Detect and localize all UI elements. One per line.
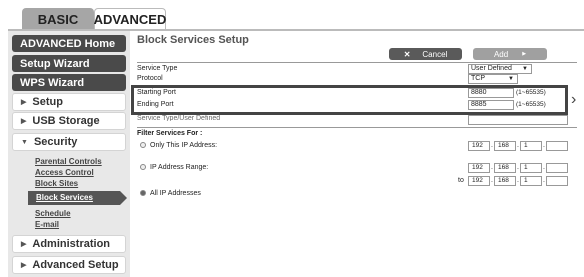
port-highlight-box (131, 85, 568, 115)
dot: . (543, 142, 545, 149)
expand-arrow-icon: ▶ (21, 241, 27, 248)
sublink-block-services[interactable]: Block Services (28, 191, 127, 205)
range-to-octet-1[interactable]: 192 (468, 176, 490, 186)
divider (137, 62, 577, 63)
dot: . (491, 142, 493, 149)
add-label: Add (493, 49, 509, 59)
range-to-octet-2[interactable]: 168 (494, 176, 516, 186)
protocol-select[interactable]: TCP ▼ (468, 74, 518, 84)
dot: . (543, 177, 545, 184)
service-type-label: Service Type (137, 65, 178, 72)
divider (137, 127, 577, 128)
page-title: Block Services Setup (137, 34, 249, 46)
range-from-octet-1[interactable]: 192 (468, 163, 490, 173)
only-ip-octet-4[interactable] (546, 141, 568, 151)
ip-range-label: IP Address Range: (150, 164, 209, 171)
only-ip-radio[interactable] (140, 142, 146, 148)
dot: . (517, 164, 519, 171)
tab-basic[interactable]: BASIC (22, 8, 94, 30)
cancel-label: Cancel (422, 49, 448, 59)
dot: . (517, 177, 519, 184)
protocol-value: TCP (471, 75, 485, 82)
service-type-defined-input[interactable] (468, 115, 568, 125)
sublink-email[interactable]: E-mail (35, 220, 59, 229)
expand-arrow-icon: ▶ (21, 118, 27, 125)
cancel-button[interactable]: ✕ Cancel (389, 48, 462, 60)
sidebar-item-label: Administration (32, 238, 111, 250)
range-from-octet-3[interactable]: 1 (520, 163, 542, 173)
sidebar-item-setup-wizard[interactable]: Setup Wizard (12, 55, 126, 72)
close-icon: ✕ (403, 49, 411, 59)
dot: . (491, 177, 493, 184)
only-ip-octet-2[interactable]: 168 (494, 141, 516, 151)
only-ip-octet-3[interactable]: 1 (520, 141, 542, 151)
chevron-down-icon: ▼ (522, 66, 528, 72)
tab-advanced[interactable]: ADVANCED (94, 8, 166, 30)
sidebar-item-usb-storage[interactable]: ▶ USB Storage (12, 112, 126, 130)
add-button[interactable]: Add ▶ (473, 48, 547, 60)
ip-range-radio[interactable] (140, 164, 146, 170)
sidebar-item-advanced-home[interactable]: ADVANCED Home (12, 35, 126, 52)
sidebar-item-label: Advanced Setup (32, 259, 119, 271)
range-to-octet-3[interactable]: 1 (520, 176, 542, 186)
range-to-label: to (458, 177, 464, 184)
top-tab-bar: BASIC ADVANCED (0, 0, 584, 31)
range-to-octet-4[interactable] (546, 176, 568, 186)
sublink-access-control[interactable]: Access Control (35, 168, 94, 177)
service-type-select[interactable]: User Defined ▼ (468, 64, 532, 74)
sidebar-item-wps-wizard[interactable]: WPS Wizard (12, 74, 126, 91)
service-type-defined-label: Service Type/User Defined (137, 115, 221, 121)
sidebar-item-label: Setup (32, 96, 63, 108)
sidebar-item-setup[interactable]: ▶ Setup (12, 93, 126, 111)
sidebar-item-advanced-setup[interactable]: ▶ Advanced Setup (12, 256, 126, 274)
only-ip-label: Only This IP Address: (150, 142, 218, 149)
dot: . (543, 164, 545, 171)
dot: . (491, 164, 493, 171)
sublink-block-sites[interactable]: Block Sites (35, 179, 78, 188)
sidebar-item-administration[interactable]: ▶ Administration (12, 235, 126, 253)
sublink-schedule[interactable]: Schedule (35, 209, 71, 218)
sidebar-item-label: Security (33, 136, 78, 148)
play-icon: ▶ (522, 51, 527, 57)
only-ip-octet-1[interactable]: 192 (468, 141, 490, 151)
expand-arrow-icon: ▶ (21, 262, 27, 269)
range-from-octet-4[interactable] (546, 163, 568, 173)
filter-section-title: Filter Services For : (137, 130, 203, 137)
chevron-right-icon: › (571, 91, 577, 108)
all-ip-label: All IP Addresses (150, 190, 201, 197)
dot: . (517, 142, 519, 149)
range-from-octet-2[interactable]: 168 (494, 163, 516, 173)
service-type-value: User Defined (471, 65, 512, 72)
protocol-label: Protocol (137, 75, 163, 82)
sublink-parental-controls[interactable]: Parental Controls (35, 157, 102, 166)
sidebar-item-security[interactable]: ▼ Security (12, 133, 126, 151)
sidebar-item-label: USB Storage (32, 115, 100, 127)
expand-arrow-icon: ▶ (21, 99, 27, 106)
chevron-down-icon: ▼ (508, 76, 514, 82)
all-ip-radio[interactable] (140, 190, 146, 196)
collapse-arrow-icon: ▼ (21, 138, 28, 146)
